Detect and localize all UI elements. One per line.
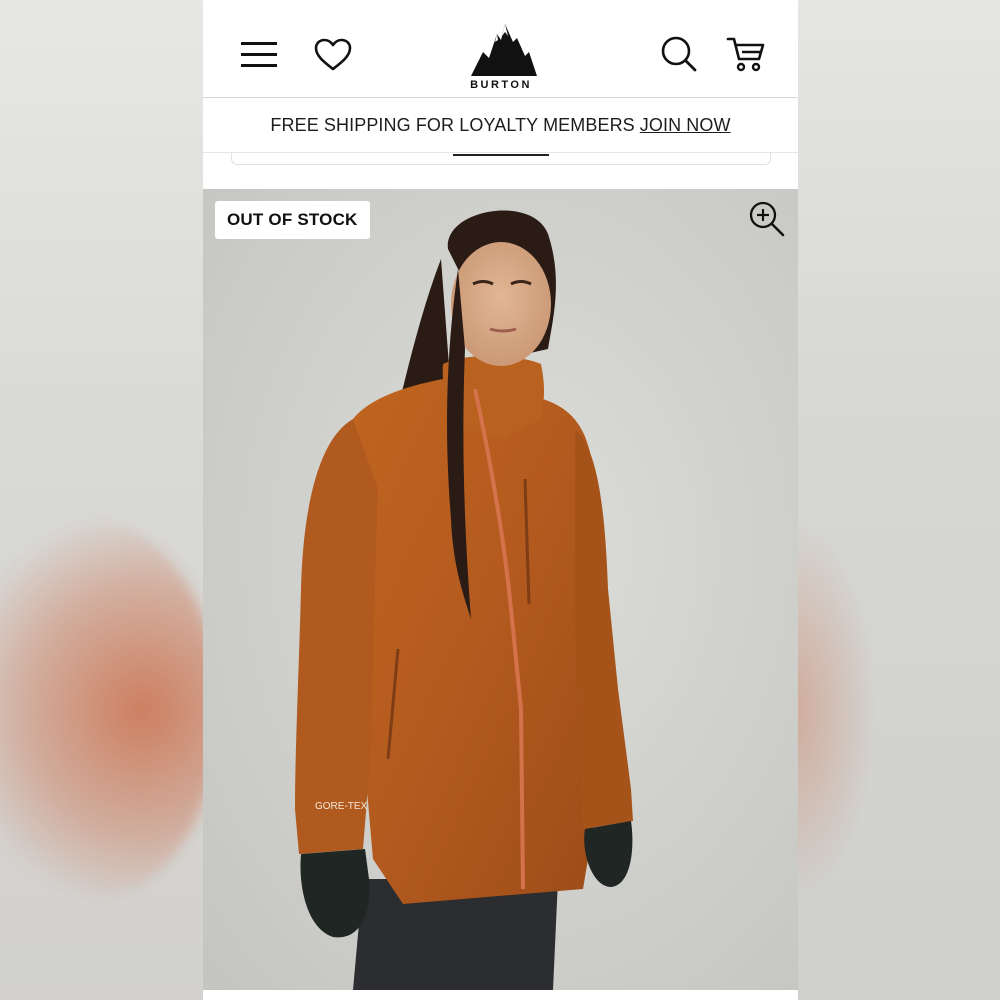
gore-tex-label: GORE-TEX — [315, 801, 368, 812]
jacket-model-photo: GORE-TEX — [295, 210, 633, 990]
promo-text: FREE SHIPPING FOR LOYALTY MEMBERS — [270, 114, 635, 135]
shopping-cart-icon[interactable] — [725, 34, 767, 74]
heart-icon[interactable] — [313, 36, 353, 74]
join-now-link[interactable]: JOIN NOW — [640, 115, 731, 136]
search-icon[interactable] — [659, 34, 699, 74]
promo-banner: FREE SHIPPING FOR LOYALTY MEMBERS JOIN N… — [203, 98, 798, 153]
site-header: BURTON — [203, 0, 798, 98]
zoom-in-icon[interactable] — [748, 200, 786, 238]
page-bottom — [203, 990, 798, 1000]
hamburger-menu-icon[interactable] — [239, 36, 279, 72]
background-left — [0, 0, 205, 1000]
product-image[interactable]: GORE-TEX OUT OF STOCK — [203, 189, 798, 990]
background-right — [797, 0, 1000, 1000]
background-blur — [0, 520, 205, 900]
mountain-logo-icon — [471, 24, 537, 76]
burton-logo[interactable]: BURTON — [461, 18, 541, 91]
active-tab-indicator — [453, 154, 549, 156]
brand-name: BURTON — [470, 79, 532, 91]
background-blur — [797, 520, 877, 900]
mobile-page: BURTON FREE SHIPPING FOR LOYALTY MEMBERS… — [203, 0, 798, 1000]
out-of-stock-badge: OUT OF STOCK — [215, 201, 370, 239]
